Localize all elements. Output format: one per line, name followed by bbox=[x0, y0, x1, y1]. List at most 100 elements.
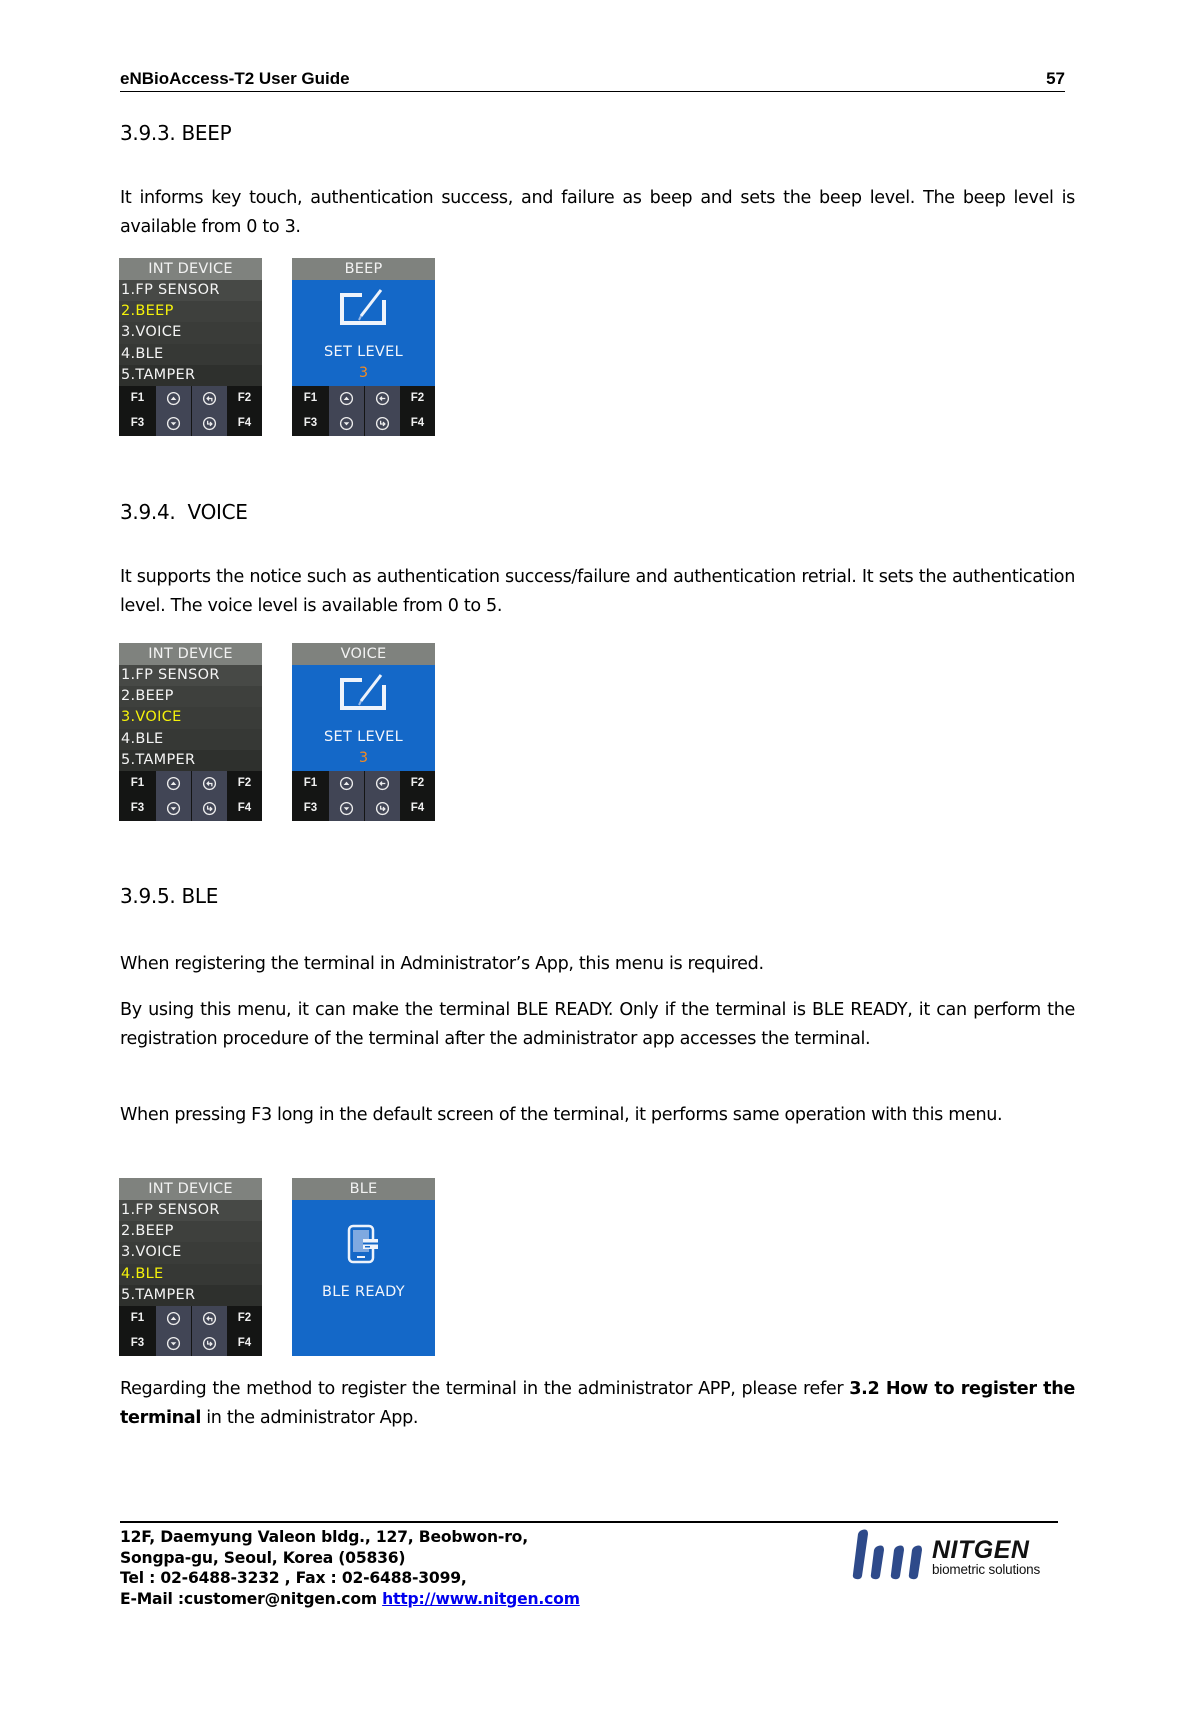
menu-item[interactable]: 5.TAMPER bbox=[119, 1284, 262, 1306]
key-f2[interactable]: F2 bbox=[227, 386, 262, 411]
key-f3[interactable]: F3 bbox=[119, 1331, 156, 1356]
voice-description: It supports the notice such as authentic… bbox=[120, 567, 1075, 616]
back-icon[interactable] bbox=[192, 771, 227, 796]
up-icon[interactable] bbox=[156, 386, 191, 411]
screen-title: INT DEVICE bbox=[119, 643, 262, 665]
set-level-label: SET LEVEL bbox=[324, 344, 403, 360]
menu-screen-beep: INT DEVICE 1.FP SENSOR 2.BEEP 3.VOICE 4.… bbox=[119, 258, 262, 436]
key-f4[interactable]: F4 bbox=[227, 411, 262, 436]
key-f2[interactable]: F2 bbox=[400, 771, 435, 796]
keypad-bar: F1 F2 F3 F4 bbox=[119, 771, 262, 821]
up-icon[interactable] bbox=[329, 386, 364, 411]
keypad-bar: F1 F2 F3 F4 bbox=[292, 386, 435, 436]
menu-item[interactable]: 5.TAMPER bbox=[119, 749, 262, 771]
keypad-bar: F1 F2 F3 F4 bbox=[119, 1306, 262, 1356]
phone-card-icon bbox=[347, 1224, 378, 1264]
document-title: eNBioAccess-T2 User Guide bbox=[120, 69, 350, 88]
screen-title: INT DEVICE bbox=[119, 258, 262, 280]
menu-item[interactable]: 2.BEEP bbox=[119, 686, 262, 708]
address-line-1: 12F, Daemyung Valeon bldg., 127, Beobwon… bbox=[120, 1528, 528, 1546]
left-icon[interactable] bbox=[365, 386, 400, 411]
down-icon[interactable] bbox=[156, 411, 191, 436]
screen-body: BLE READY bbox=[292, 1200, 435, 1356]
logo-wordmark: NITGEN bbox=[932, 1536, 1030, 1564]
footer-divider bbox=[120, 1521, 1058, 1523]
screen-body: SET LEVEL 3 bbox=[292, 280, 435, 386]
enter-icon[interactable] bbox=[365, 796, 400, 821]
header-divider bbox=[120, 91, 1065, 92]
menu-item[interactable]: 1.FP SENSOR bbox=[119, 280, 262, 302]
key-f3[interactable]: F3 bbox=[292, 796, 329, 821]
menu-item[interactable]: 1.FP SENSOR bbox=[119, 1200, 262, 1222]
ble-paragraph-2: By using this menu, it can make the term… bbox=[120, 1000, 1075, 1049]
enter-icon[interactable] bbox=[192, 796, 227, 821]
key-f1[interactable]: F1 bbox=[119, 771, 156, 796]
screen-title: INT DEVICE bbox=[119, 1178, 262, 1200]
detail-screen-beep: BEEP SET LEVEL 3 F1 F2 F3 F4 bbox=[292, 258, 435, 436]
down-icon[interactable] bbox=[156, 1331, 191, 1356]
screen-title: VOICE bbox=[292, 643, 435, 665]
website-link[interactable]: http://www.nitgen.com bbox=[382, 1590, 580, 1608]
up-icon[interactable] bbox=[156, 771, 191, 796]
phone-fax-line: Tel : 02-6488-3232 , Fax : 02-6488-3099, bbox=[120, 1569, 467, 1587]
menu-screen-voice: INT DEVICE 1.FP SENSOR 2.BEEP 3.VOICE 4.… bbox=[119, 643, 262, 821]
screen-title: BLE bbox=[292, 1178, 435, 1200]
back-icon[interactable] bbox=[192, 1306, 227, 1331]
nitgen-logo: NITGEN biometric solutions bbox=[852, 1528, 1067, 1580]
key-f4[interactable]: F4 bbox=[400, 411, 435, 436]
address-line-2: Songpa-gu, Seoul, Korea (05836) bbox=[120, 1548, 406, 1567]
key-f1[interactable]: F1 bbox=[119, 386, 156, 411]
edit-icon bbox=[340, 289, 386, 325]
enter-icon[interactable] bbox=[192, 1331, 227, 1356]
up-icon[interactable] bbox=[329, 771, 364, 796]
menu-item-selected[interactable]: 3.VOICE bbox=[119, 707, 262, 729]
level-value: 3 bbox=[358, 365, 369, 381]
menu-item[interactable]: 3.VOICE bbox=[119, 1242, 262, 1264]
key-f1[interactable]: F1 bbox=[292, 386, 329, 411]
key-f4[interactable]: F4 bbox=[227, 1331, 262, 1356]
beep-description: It informs key touch, authentication suc… bbox=[120, 188, 1075, 237]
section-heading-ble: 3.9.5. BLE bbox=[120, 884, 219, 908]
level-value: 3 bbox=[358, 750, 369, 766]
menu-item[interactable]: 4.BLE bbox=[119, 343, 262, 365]
logo-tagline: biometric solutions bbox=[932, 1562, 1040, 1577]
menu-item[interactable]: 3.VOICE bbox=[119, 322, 262, 344]
key-f2[interactable]: F2 bbox=[400, 386, 435, 411]
menu-item[interactable]: 2.BEEP bbox=[119, 1221, 262, 1243]
enter-icon[interactable] bbox=[365, 411, 400, 436]
menu-item[interactable]: 4.BLE bbox=[119, 728, 262, 750]
ble-closing-note: Regarding the method to register the ter… bbox=[120, 1375, 1075, 1433]
menu-item[interactable]: 5.TAMPER bbox=[119, 364, 262, 386]
menu-item-selected[interactable]: 4.BLE bbox=[119, 1263, 262, 1285]
key-f2[interactable]: F2 bbox=[227, 771, 262, 796]
key-f3[interactable]: F3 bbox=[292, 411, 329, 436]
page-number: 57 bbox=[1046, 69, 1065, 88]
keypad-bar: F1 F2 F3 F4 bbox=[119, 386, 262, 436]
up-icon[interactable] bbox=[156, 1306, 191, 1331]
section-heading-beep: 3.9.3. BEEP bbox=[120, 121, 232, 145]
back-icon[interactable] bbox=[192, 386, 227, 411]
email-label: E-Mail :customer@nitgen.com bbox=[120, 1589, 383, 1608]
email-line: E-Mail :customer@nitgen.com http://www.n… bbox=[120, 1589, 580, 1610]
key-f4[interactable]: F4 bbox=[227, 796, 262, 821]
menu-screen-ble: INT DEVICE 1.FP SENSOR 2.BEEP 3.VOICE 4.… bbox=[119, 1178, 262, 1356]
ble-paragraph-1: When registering the terminal in Adminis… bbox=[120, 954, 764, 974]
enter-icon[interactable] bbox=[192, 411, 227, 436]
key-f4[interactable]: F4 bbox=[400, 796, 435, 821]
down-icon[interactable] bbox=[329, 411, 364, 436]
detail-screen-voice: VOICE SET LEVEL 3 F1 F2 F3 F4 bbox=[292, 643, 435, 821]
menu-item[interactable]: 1.FP SENSOR bbox=[119, 665, 262, 687]
left-icon[interactable] bbox=[365, 771, 400, 796]
footer-contact: 12F, Daemyung Valeon bldg., 127, Beobwon… bbox=[120, 1527, 580, 1609]
key-f3[interactable]: F3 bbox=[119, 411, 156, 436]
section-heading-voice: 3.9.4. VOICE bbox=[120, 500, 248, 524]
menu-item-selected[interactable]: 2.BEEP bbox=[119, 301, 262, 323]
key-f2[interactable]: F2 bbox=[227, 1306, 262, 1331]
ble-ready-label: BLE READY bbox=[322, 1284, 405, 1300]
key-f3[interactable]: F3 bbox=[119, 796, 156, 821]
down-icon[interactable] bbox=[156, 796, 191, 821]
closing-suffix: in the administrator App. bbox=[201, 1408, 419, 1428]
down-icon[interactable] bbox=[329, 796, 364, 821]
key-f1[interactable]: F1 bbox=[119, 1306, 156, 1331]
key-f1[interactable]: F1 bbox=[292, 771, 329, 796]
